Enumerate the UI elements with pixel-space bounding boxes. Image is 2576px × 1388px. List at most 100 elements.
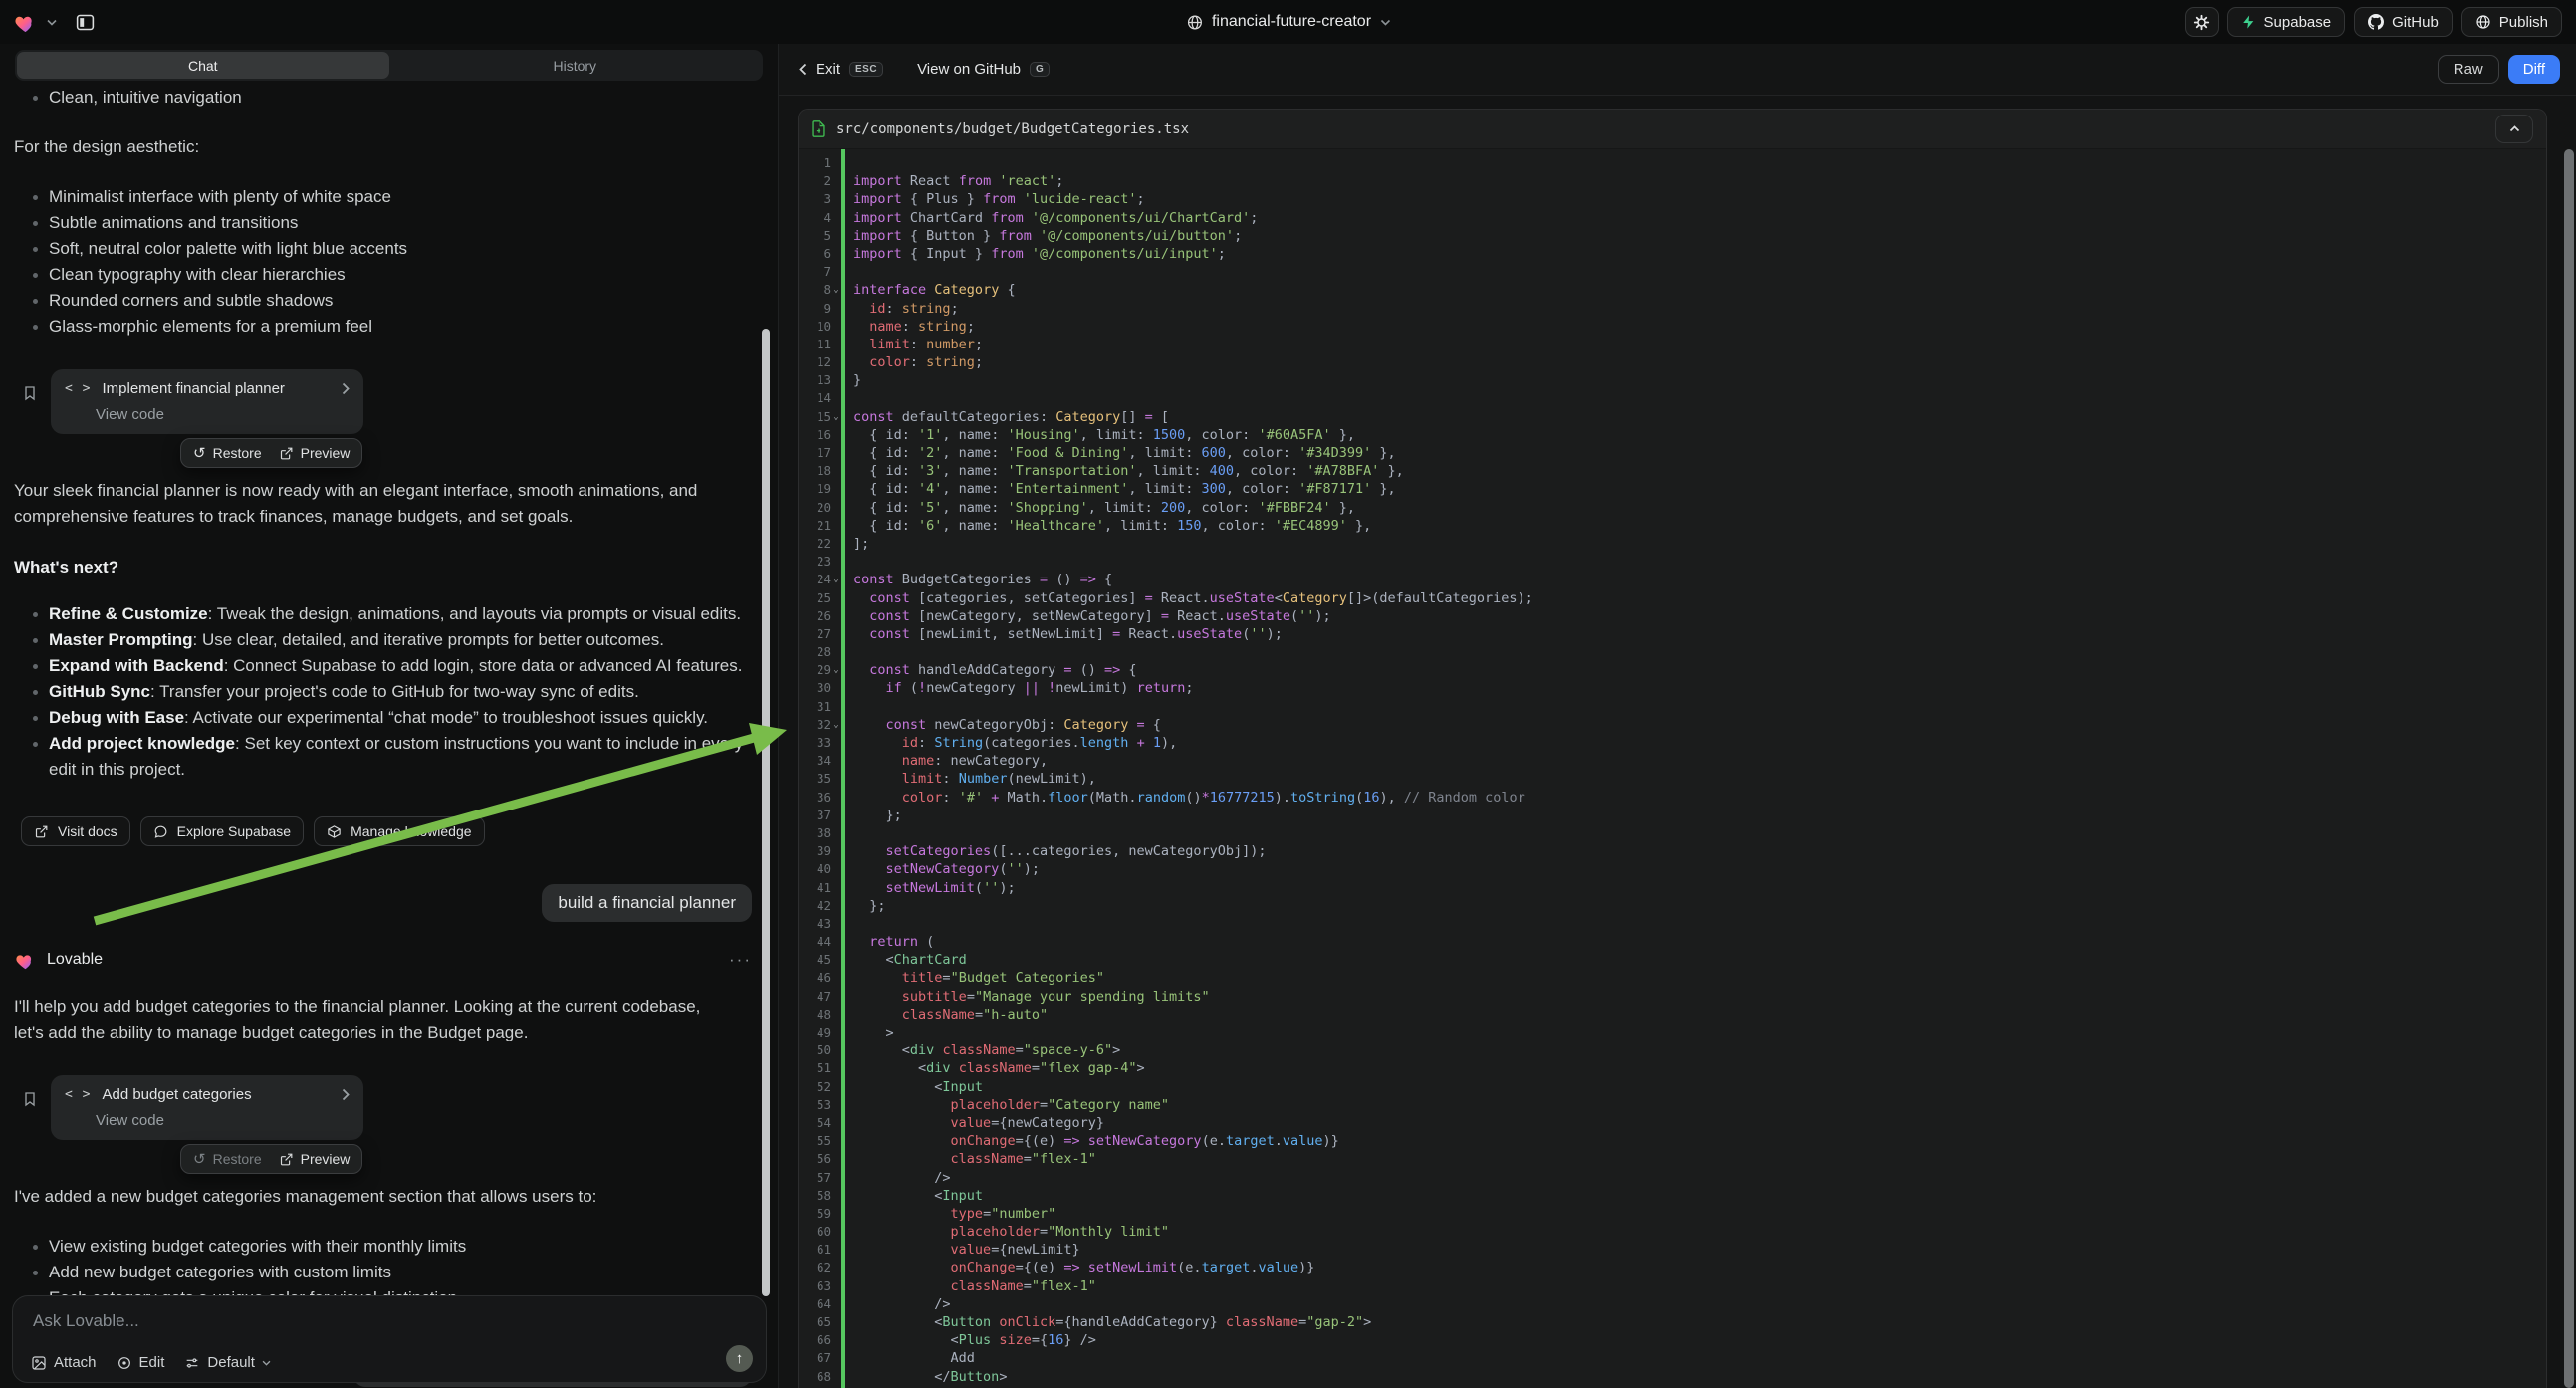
settings-button[interactable] [2185, 7, 2219, 37]
line-number[interactable]: 42 [799, 897, 831, 915]
tab-chat[interactable]: Chat [17, 52, 389, 79]
raw-button[interactable]: Raw [2438, 55, 2499, 84]
line-number[interactable]: 68 [799, 1368, 831, 1386]
panel-left-icon[interactable] [75, 12, 96, 33]
line-number[interactable]: 67 [799, 1349, 831, 1367]
line-number[interactable]: 34 [799, 752, 831, 770]
line-number[interactable]: 26 [799, 607, 831, 625]
line-number[interactable]: 22 [799, 535, 831, 553]
line-number[interactable]: 61 [799, 1241, 831, 1259]
line-number[interactable]: 45 [799, 951, 831, 969]
fold-chevron-icon[interactable]: ⌄ [831, 571, 841, 588]
lovable-logo-icon[interactable] [14, 12, 37, 33]
line-number[interactable]: 21 [799, 517, 831, 535]
view-on-github-button[interactable]: View on GitHub G [917, 61, 1050, 78]
preview-button[interactable]: Preview [279, 445, 351, 461]
chat-scrollbar[interactable] [762, 329, 770, 1296]
line-number[interactable]: 2 [799, 172, 831, 190]
line-number[interactable]: 51 [799, 1059, 831, 1077]
restore-button[interactable]: ↺Restore [193, 1151, 262, 1167]
line-number[interactable]: 62 [799, 1259, 831, 1276]
chevron-down-icon[interactable] [47, 19, 57, 26]
line-number[interactable]: 32 [799, 716, 831, 734]
mode-selector[interactable]: Default [184, 1354, 271, 1371]
send-button[interactable]: ↑ [726, 1345, 753, 1372]
line-number[interactable]: 15 [799, 408, 831, 426]
collapse-button[interactable] [2495, 115, 2533, 143]
line-number[interactable]: 65 [799, 1313, 831, 1331]
line-number[interactable]: 46 [799, 969, 831, 987]
line-number[interactable]: 6 [799, 245, 831, 263]
fold-chevron-icon[interactable]: ⌄ [831, 661, 841, 679]
line-number[interactable]: 3 [799, 190, 831, 208]
line-number[interactable]: 23 [799, 553, 831, 571]
line-number[interactable]: 7 [799, 263, 831, 281]
fold-chevron-icon[interactable]: ⌄ [831, 408, 841, 426]
line-number[interactable]: 36 [799, 789, 831, 807]
line-number[interactable]: 47 [799, 988, 831, 1006]
line-number[interactable]: 5 [799, 227, 831, 245]
line-number[interactable]: 31 [799, 698, 831, 716]
code-editor[interactable]: 12import React from 'react';3import { Pl… [799, 149, 2546, 1386]
view-code-link[interactable]: View code [96, 406, 350, 423]
explore-supabase-button[interactable]: Explore Supabase [140, 816, 304, 846]
manage-knowledge-button[interactable]: Manage knowledge [314, 816, 484, 846]
composer-input[interactable]: Ask Lovable... [13, 1296, 766, 1331]
line-number[interactable]: 64 [799, 1295, 831, 1313]
line-number[interactable]: 19 [799, 480, 831, 498]
line-number[interactable]: 58 [799, 1187, 831, 1205]
line-number[interactable]: 43 [799, 915, 831, 933]
line-number[interactable]: 55 [799, 1132, 831, 1150]
chat-composer[interactable]: Ask Lovable... Attach [12, 1295, 767, 1383]
file-path-bar[interactable]: src/components/budget/BudgetCategories.t… [799, 110, 2546, 149]
visit-docs-button[interactable]: Visit docs [21, 816, 130, 846]
line-number[interactable]: 9 [799, 300, 831, 318]
edit-button[interactable]: Edit [117, 1354, 165, 1371]
bookmark-icon[interactable] [22, 383, 38, 403]
line-number[interactable]: 14 [799, 389, 831, 407]
message-menu-button[interactable]: ··· [729, 950, 752, 970]
view-code-link[interactable]: View code [96, 1112, 350, 1129]
line-number[interactable]: 29 [799, 661, 831, 679]
fold-chevron-icon[interactable]: ⌄ [831, 716, 841, 734]
preview-button[interactable]: Preview [279, 1151, 351, 1167]
line-number[interactable]: 25 [799, 589, 831, 607]
chat-message-list[interactable]: Clean, intuitive navigationFor the desig… [0, 77, 778, 1388]
tab-history[interactable]: History [389, 52, 762, 79]
line-number[interactable]: 49 [799, 1024, 831, 1041]
line-number[interactable]: 27 [799, 625, 831, 643]
version-card[interactable]: < >Add budget categoriesView code↺Restor… [51, 1075, 363, 1140]
line-number[interactable]: 38 [799, 824, 831, 842]
attach-button[interactable]: Attach [31, 1354, 97, 1371]
diff-button[interactable]: Diff [2508, 55, 2560, 84]
line-number[interactable]: 11 [799, 336, 831, 353]
line-number[interactable]: 4 [799, 209, 831, 227]
line-number[interactable]: 28 [799, 643, 831, 661]
line-number[interactable]: 50 [799, 1041, 831, 1059]
restore-button[interactable]: ↺Restore [193, 445, 262, 461]
bookmark-icon[interactable] [22, 1089, 38, 1109]
line-number[interactable]: 48 [799, 1006, 831, 1024]
line-number[interactable]: 18 [799, 462, 831, 480]
publish-button[interactable]: Publish [2461, 7, 2562, 37]
line-number[interactable]: 16 [799, 426, 831, 444]
supabase-button[interactable]: Supabase [2227, 7, 2346, 37]
line-number[interactable]: 35 [799, 770, 831, 788]
line-number[interactable]: 54 [799, 1114, 831, 1132]
project-switcher[interactable]: financial-future-creator [1186, 0, 1390, 44]
fold-chevron-icon[interactable]: ⌄ [831, 281, 841, 299]
line-number[interactable]: 37 [799, 807, 831, 824]
line-number[interactable]: 12 [799, 353, 831, 371]
line-number[interactable]: 30 [799, 679, 831, 697]
line-number[interactable]: 52 [799, 1078, 831, 1096]
line-number[interactable]: 57 [799, 1169, 831, 1187]
code-scrollbar[interactable] [2564, 149, 2574, 1388]
line-number[interactable]: 44 [799, 933, 831, 951]
version-card[interactable]: < >Implement financial plannerView code↺… [51, 369, 363, 434]
line-number[interactable]: 66 [799, 1331, 831, 1349]
line-number[interactable]: 56 [799, 1150, 831, 1168]
line-number[interactable]: 60 [799, 1223, 831, 1241]
line-number[interactable]: 17 [799, 444, 831, 462]
line-number[interactable]: 24 [799, 571, 831, 588]
line-number[interactable]: 1 [799, 154, 831, 172]
